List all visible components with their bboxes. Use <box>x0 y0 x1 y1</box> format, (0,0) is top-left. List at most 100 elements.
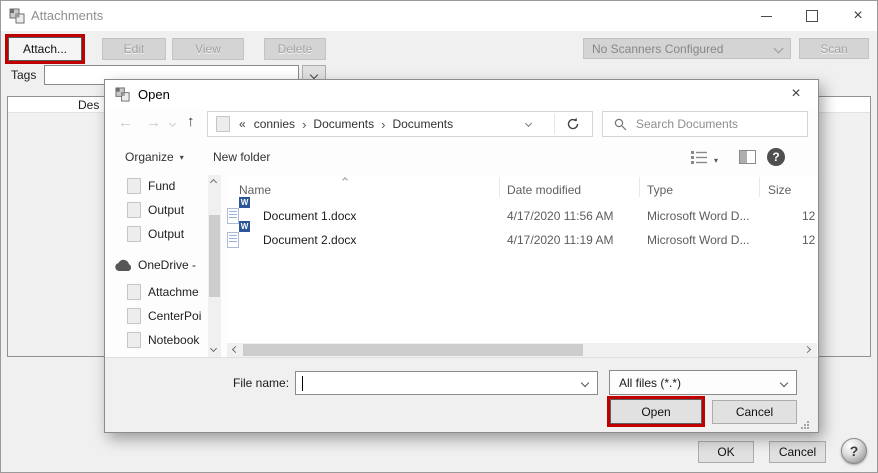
column-separator <box>639 177 640 197</box>
attach-button[interactable]: Attach... <box>8 37 82 61</box>
sidebar-item-label: Fund <box>148 179 175 193</box>
sidebar-item-label: Attachme <box>148 285 199 299</box>
scroll-down-icon[interactable] <box>210 345 217 352</box>
file-name: Document 2.docx <box>263 233 356 247</box>
column-separator <box>759 177 760 197</box>
file-size: 12 <box>802 233 815 247</box>
file-row[interactable]: W Document 2.docx 4/17/2020 11:19 AM Mic… <box>227 229 817 251</box>
preview-pane-icon[interactable] <box>739 150 756 164</box>
sidebar-item-label: OneDrive - <box>138 258 196 272</box>
sidebar-item-attachments[interactable]: Attachme <box>105 282 205 302</box>
scroll-right-icon[interactable] <box>804 346 811 353</box>
resize-grip[interactable] <box>807 421 809 423</box>
new-folder-button[interactable]: New folder <box>213 150 270 164</box>
file-name: Document 1.docx <box>263 209 356 223</box>
column-header-date-modified[interactable]: Date modified <box>507 183 581 197</box>
window-title: Attachments <box>31 8 103 23</box>
column-header-size[interactable]: Size <box>768 183 791 197</box>
file-type-dropdown[interactable]: All files (*.*) <box>609 370 797 395</box>
delete-button[interactable]: Delete <box>264 38 326 60</box>
sidebar-item-output2[interactable]: Output <box>105 224 205 244</box>
recent-locations-chevron-icon[interactable] <box>169 120 176 127</box>
breadcrumb-item[interactable]: connies <box>254 117 295 131</box>
folder-icon <box>127 226 141 242</box>
attachments-window: Attachments × Attach... Edit View Delete… <box>0 0 878 473</box>
file-name-input[interactable] <box>296 375 582 391</box>
breadcrumb-separator: › <box>381 117 385 132</box>
dialog-help-button[interactable]: ? <box>767 148 785 166</box>
attach-highlight-box: Attach... <box>5 34 85 64</box>
file-type-value: All files (*.*) <box>619 376 681 390</box>
address-dropdown-chevron-icon[interactable] <box>525 120 532 127</box>
breadcrumb-collapse[interactable]: « <box>239 117 246 131</box>
column-header-name[interactable]: Name <box>239 183 271 197</box>
folder-icon <box>127 202 141 218</box>
column-separator <box>499 177 500 197</box>
minimize-button[interactable] <box>753 5 779 27</box>
tags-label: Tags <box>11 68 36 82</box>
up-icon[interactable]: ↑ <box>187 114 195 129</box>
sidebar-item-label: Notebook <box>148 333 199 347</box>
scrollbar-thumb[interactable] <box>243 344 583 356</box>
maximize-button[interactable] <box>799 5 825 27</box>
onedrive-cloud-icon <box>113 259 133 272</box>
sidebar-item-notebooks[interactable]: Notebook <box>105 330 205 350</box>
view-button[interactable]: View <box>172 38 244 60</box>
breadcrumb-item[interactable]: Documents <box>392 117 453 131</box>
file-date: 4/17/2020 11:19 AM <box>507 233 614 247</box>
minimize-icon <box>761 16 772 17</box>
sidebar-item-onedrive[interactable]: OneDrive - <box>105 255 205 275</box>
folder-icon <box>216 116 230 132</box>
horizontal-scrollbar[interactable] <box>227 343 817 357</box>
ok-button[interactable]: OK <box>698 441 754 463</box>
scroll-left-icon[interactable] <box>232 346 239 353</box>
refresh-icon[interactable] <box>566 117 580 131</box>
main-cancel-button[interactable]: Cancel <box>769 441 826 463</box>
description-column-header-fragment: Des <box>78 98 99 112</box>
chevron-down-icon <box>774 44 784 54</box>
titlebar: Attachments × <box>1 1 878 31</box>
maximize-icon <box>806 10 818 22</box>
close-button[interactable]: × <box>845 5 871 27</box>
text-caret <box>302 376 303 391</box>
breadcrumb-separator: › <box>302 117 306 132</box>
file-size: 12 <box>802 209 815 223</box>
scanner-dropdown[interactable]: No Scanners Configured <box>583 38 791 59</box>
chevron-down-icon: ▾ <box>180 153 184 162</box>
view-mode-icon[interactable] <box>691 151 708 164</box>
organize-button[interactable]: Organize ▾ <box>125 146 184 168</box>
close-icon: × <box>853 8 862 24</box>
scroll-up-icon[interactable] <box>210 179 217 186</box>
open-button[interactable]: Open <box>610 399 702 424</box>
search-box <box>602 111 808 137</box>
sidebar-item-label: Output <box>148 203 184 217</box>
sidebar-item-centerpoint[interactable]: CenterPoi <box>105 306 205 326</box>
file-date: 4/17/2020 11:56 AM <box>507 209 614 223</box>
search-input[interactable] <box>634 116 807 132</box>
scrollbar-thumb[interactable] <box>209 215 220 297</box>
folder-icon <box>127 284 141 300</box>
app-icon <box>9 8 25 24</box>
chevron-down-icon <box>581 379 589 387</box>
breadcrumb-item[interactable]: Documents <box>313 117 374 131</box>
back-icon[interactable]: ← <box>118 115 133 130</box>
view-mode-chevron-icon[interactable]: ▾ <box>714 156 718 165</box>
sidebar-scrollbar[interactable] <box>208 175 221 357</box>
help-button[interactable]: ? <box>841 438 867 464</box>
folder-icon <box>127 332 141 348</box>
file-row[interactable]: W Document 1.docx 4/17/2020 11:56 AM Mic… <box>227 205 817 227</box>
sort-ascending-icon <box>342 177 348 183</box>
edit-button[interactable]: Edit <box>102 38 166 60</box>
divider <box>554 114 555 134</box>
file-name-combobox[interactable] <box>295 371 598 395</box>
dialog-cancel-button[interactable]: Cancel <box>712 400 797 424</box>
sidebar-item-output[interactable]: Output <box>105 200 205 220</box>
column-header-type[interactable]: Type <box>647 183 673 197</box>
dialog-footer: File name: All files (*.*) Open Cancel <box>105 357 818 432</box>
scan-button[interactable]: Scan <box>799 38 869 59</box>
forward-icon[interactable]: → <box>146 115 161 130</box>
address-bar[interactable]: « connies › Documents › Documents <box>207 111 593 137</box>
folder-icon <box>127 178 141 194</box>
dialog-close-button[interactable]: × <box>783 83 809 105</box>
sidebar-item-fund[interactable]: Fund <box>105 176 205 196</box>
